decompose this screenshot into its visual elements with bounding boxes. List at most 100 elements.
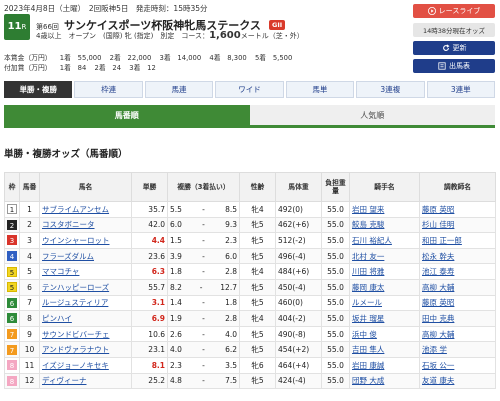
waku-cell: 2 (4, 216, 20, 234)
trainer-link[interactable]: 和田 正一郎 (419, 232, 496, 249)
jockey-link[interactable]: 浜中 俊 (349, 325, 420, 343)
burden-weight: 55.0 (321, 325, 350, 343)
header-waku: 枠 (4, 172, 20, 202)
tab-by-popularity[interactable]: 人気順 (249, 105, 495, 125)
table-row: 4 4 フラーズダルム 23.6 3.9-6.0 牝5 496(-4) 55.0 北村 友一 松永… (4, 247, 496, 265)
horse-name-link[interactable]: アンドヴァラナウト (39, 341, 132, 358)
waku-cell: 7 (4, 341, 20, 358)
jockey-link[interactable]: 石川 裕紀人 (349, 232, 420, 249)
play-icon (427, 7, 436, 15)
prize-main-label: 本賞金（万円） (4, 54, 52, 62)
tab-trifecta[interactable]: 3連単 (426, 81, 495, 98)
horse-name-link[interactable]: ウインシャーロット (39, 232, 132, 249)
trainer-link[interactable]: 藤原 英昭 (419, 201, 496, 218)
place-odds-max: 2.8 (225, 313, 237, 323)
tab-wide[interactable]: ワイド (215, 81, 284, 98)
tab-by-horse-number[interactable]: 馬番順 (4, 105, 250, 125)
horse-name-link[interactable]: ママコチャ (39, 263, 132, 280)
race-live-label: レースライブ (438, 7, 481, 15)
trainer-link[interactable]: 松永 幹夫 (419, 247, 496, 265)
header-trainer: 調教師名 (419, 172, 496, 202)
header-jockey: 騎手名 (349, 172, 420, 202)
place-odds-max: 6.2 (225, 345, 237, 355)
trainer-link[interactable]: 藤原 英昭 (419, 294, 496, 312)
tab-trio[interactable]: 3連複 (356, 81, 425, 98)
odds-time-indicator: 14時38分現在オッズ (413, 23, 495, 37)
tab-quinella[interactable]: 馬連 (144, 81, 214, 98)
jockey-link[interactable]: 藤岡 康太 (349, 278, 420, 296)
burden-weight: 55.0 (321, 294, 350, 312)
trainer-link[interactable]: 池添 学 (419, 341, 496, 358)
trainer-link[interactable]: 石坂 公一 (419, 356, 496, 374)
place-odds-dash: - (202, 313, 205, 323)
jockey-link[interactable]: 岩田 望来 (349, 201, 420, 218)
jockey-link[interactable]: 坂井 瑠星 (349, 310, 420, 327)
tab-bracket-quinella[interactable]: 枠連 (74, 81, 143, 98)
trainer-link[interactable]: 田中 克典 (419, 310, 496, 327)
horse-name-link[interactable]: テンハッピーローズ (39, 278, 132, 296)
sex-age: 牝4 (239, 263, 276, 280)
horse-name-link[interactable]: コスタボニータ (39, 216, 132, 234)
jockey-link[interactable]: ルメール (349, 294, 420, 312)
place-odds-max: 12.7 (220, 282, 237, 292)
jockey-link[interactable]: 岩田 康誠 (349, 356, 420, 374)
trainer-link[interactable]: 杉山 佳明 (419, 216, 496, 234)
tab-exacta[interactable]: 馬単 (285, 81, 355, 98)
jockey-link[interactable]: 川田 将雅 (349, 263, 420, 280)
waku-badge: 4 (7, 251, 17, 262)
sex-age: 牝5 (239, 278, 276, 296)
race-live-button[interactable]: レースライブ (413, 4, 495, 18)
place-odds-dash: - (202, 376, 205, 386)
jockey-link[interactable]: 北村 友一 (349, 247, 420, 265)
burden-weight: 55.0 (321, 372, 350, 390)
place-odds-max: 8.5 (225, 204, 237, 214)
horse-weight: 496(-4) (275, 247, 322, 265)
trainer-link[interactable]: 友道 康夫 (419, 372, 496, 390)
trainer-link[interactable]: 高柳 大輔 (419, 278, 496, 296)
horse-name-link[interactable]: イズジョーノキセキ (39, 356, 132, 374)
prize-extra-1: 1着 84 (59, 64, 87, 72)
horse-weight: 460(0) (275, 294, 322, 312)
win-odds: 35.7 (131, 201, 168, 218)
place-odds: 1.4 - 1.8 (167, 294, 240, 312)
umaban-cell: 10 (19, 341, 40, 358)
waku-badge: 3 (7, 235, 17, 246)
table-row: 3 3 ウインシャーロット 4.4 1.5-2.3 牝5 512(-2) 55.0 石川 裕紀人… (4, 232, 496, 249)
header-burden: 負担重量 (321, 172, 350, 202)
place-odds-dash: - (202, 267, 205, 277)
place-odds: 6.0 - 9.3 (167, 216, 240, 234)
jockey-link[interactable]: 鮫島 克駿 (349, 216, 420, 234)
tab-win-place[interactable]: 単勝・複勝 (4, 81, 73, 98)
place-odds-dash: - (202, 204, 205, 214)
waku-badge: 6 (7, 313, 17, 324)
horse-name-link[interactable]: ディヴィーナ (39, 372, 132, 390)
waku-badge: 5 (7, 266, 17, 277)
horse-weight: 464(+4) (275, 356, 322, 374)
trainer-link[interactable]: 池江 泰寿 (419, 263, 496, 280)
prize-main-line: 本賞金（万円） 1着 55,000 2着 22,000 3着 14,000 4着… (4, 52, 292, 62)
place-odds: 4.8 - 7.5 (167, 372, 240, 390)
waku-badge: 6 (7, 297, 17, 308)
win-odds: 6.9 (131, 310, 168, 327)
refresh-button[interactable]: 更新 (413, 41, 495, 55)
sex-age: 牝4 (239, 310, 276, 327)
refresh-icon (442, 44, 449, 51)
entries-button[interactable]: 出馬表 (413, 59, 495, 73)
place-odds-min: 2.3 (170, 360, 182, 370)
horse-name-link[interactable]: サウンドビバーチェ (39, 325, 132, 343)
jockey-link[interactable]: 吉田 隼人 (349, 341, 420, 358)
place-odds: 5.5 - 8.5 (167, 201, 240, 218)
horse-name-link[interactable]: サブライムアンセム (39, 201, 132, 218)
conditions-prefix: 4歳以上 オープン (国際) 牝 (指定) 別定 コース： (36, 32, 210, 40)
race-number: 11 (7, 21, 22, 32)
jockey-link[interactable]: 団野 大成 (349, 372, 420, 390)
waku-cell: 8 (4, 356, 20, 374)
trainer-link[interactable]: 高柳 大輔 (419, 325, 496, 343)
horse-name-link[interactable]: ピンハイ (39, 310, 132, 327)
horse-name-link[interactable]: フラーズダルム (39, 247, 132, 265)
odds-table-body: 1 1 サブライムアンセム 35.7 5.5-8.5 牝4 492(0) 55.0 岩田 望来藤… (4, 201, 496, 390)
horse-name-link[interactable]: ルージュスティリア (39, 294, 132, 312)
burden-weight: 55.0 (321, 356, 350, 374)
sex-age: 牝5 (239, 294, 276, 312)
waku-badge: 5 (7, 282, 17, 293)
